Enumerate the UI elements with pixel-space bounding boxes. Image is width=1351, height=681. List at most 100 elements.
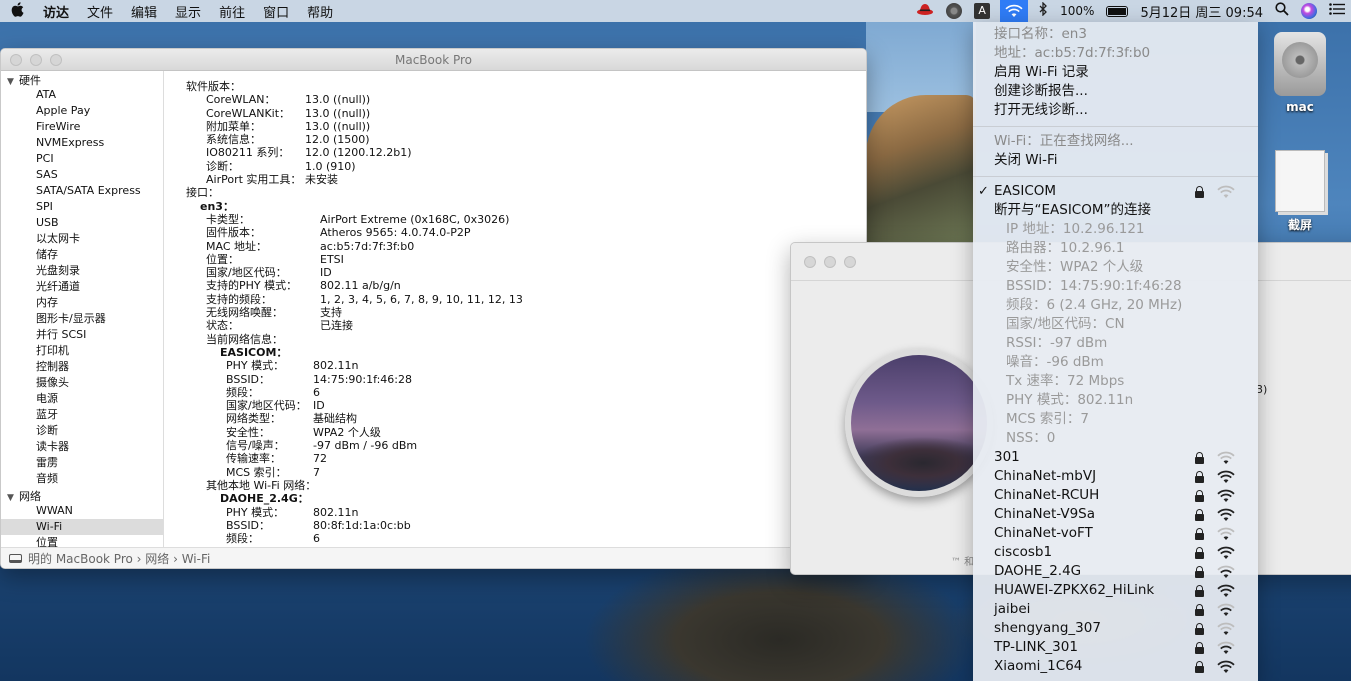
disclosure-triangle-icon[interactable]: ▼	[7, 493, 19, 503]
sidebar-item[interactable]: SATA/SATA Express	[1, 183, 163, 199]
red-hat-icon[interactable]	[916, 2, 934, 20]
wifi-network-item[interactable]: jaibei	[994, 600, 1246, 619]
info-key: PHY 模式：	[226, 505, 285, 519]
sidebar-item[interactable]: WWAN	[1, 503, 163, 519]
menu-file[interactable]: 文件	[78, 2, 122, 21]
sidebar-item[interactable]: 光盘刻录	[1, 263, 163, 279]
menu-window[interactable]: 窗口	[254, 2, 298, 21]
sidebar-item[interactable]: 内存	[1, 295, 163, 311]
spotlight-search-icon[interactable]	[1275, 2, 1289, 20]
minimize-button[interactable]	[824, 255, 836, 268]
menu-go[interactable]: 前往	[210, 2, 254, 21]
info-row: 国家/地区代码： ID	[186, 266, 866, 279]
sidebar-item[interactable]: 摄像头	[1, 375, 163, 391]
zoom-button[interactable]	[844, 255, 856, 268]
sidebar-item[interactable]: FireWire	[1, 119, 163, 135]
desktop-icon-screenshot[interactable]: 截屏	[1260, 150, 1340, 233]
info-value: 支持	[320, 306, 342, 320]
sidebar-item[interactable]: 音频	[1, 471, 163, 487]
open-wireless-diagnostics-item[interactable]: 打开无线诊断...	[994, 101, 1246, 120]
wifi-signal-icon	[1217, 603, 1235, 617]
sidebar-item[interactable]: 光纤通道	[1, 279, 163, 295]
wifi-network-item[interactable]: Xiaomi_1C64	[994, 657, 1246, 676]
wifi-network-item[interactable]: 301	[994, 448, 1246, 467]
window-titlebar[interactable]: MacBook Pro	[1, 49, 866, 71]
siri-icon[interactable]	[1301, 3, 1317, 19]
sidebar-item[interactable]: 雷雳	[1, 455, 163, 471]
input-method-icon[interactable]: A	[974, 3, 991, 19]
wifi-signal-icon	[1217, 185, 1235, 199]
network-name: ChinaNet-mbVJ	[994, 468, 1097, 484]
sidebar-group[interactable]: ▼ 硬件	[1, 71, 163, 87]
wifi-network-item[interactable]: DAOHE_2.4G	[994, 562, 1246, 581]
info-row: EASICOM：	[186, 346, 866, 359]
info-value: Atheros 9565: 4.0.74.0-P2P	[320, 226, 471, 240]
sidebar-item[interactable]: 以太网卡	[1, 231, 163, 247]
wifi-network-item[interactable]: ChinaNet-V9Sa	[994, 505, 1246, 524]
sidebar-item[interactable]: USB	[1, 215, 163, 231]
sidebar-item[interactable]: Apple Pay	[1, 103, 163, 119]
wifi-network-item[interactable]: HUAWEI-ZPKX62_HiLink	[994, 581, 1246, 600]
sidebar-item[interactable]: Wi-Fi	[1, 519, 163, 535]
sidebar-item[interactable]: 并行 SCSI	[1, 327, 163, 343]
sidebar-item[interactable]: SAS	[1, 167, 163, 183]
network-detail: MCS 索引：7	[1006, 411, 1090, 427]
info-row: 频段： 6	[186, 532, 866, 545]
create-diagnostics-report-item[interactable]: 创建诊断报告...	[994, 82, 1246, 101]
current-network-item[interactable]: ✓ EASICOM	[978, 182, 1246, 201]
battery-icon[interactable]	[1106, 5, 1129, 17]
disk-utility-icon[interactable]	[946, 3, 963, 19]
network-name: ChinaNet-RCUH	[994, 487, 1100, 503]
sidebar-item[interactable]: 读卡器	[1, 439, 163, 455]
wifi-network-item[interactable]: ChinaNet-RCUH	[994, 486, 1246, 505]
close-button[interactable]	[804, 255, 816, 268]
info-row: MCS 索引： 7	[186, 466, 866, 479]
wifi-network-item[interactable]: TP-LINK_301	[994, 638, 1246, 657]
sidebar-group[interactable]: ▼ 网络	[1, 487, 163, 503]
info-row: 支持的频段： 1, 2, 3, 4, 5, 6, 7, 8, 9, 10, 11…	[186, 293, 866, 306]
sidebar-item[interactable]: SPI	[1, 199, 163, 215]
separator	[973, 126, 1258, 127]
apple-menu-icon[interactable]	[0, 1, 34, 21]
wifi-network-item[interactable]: ChinaNet-mbVJ	[994, 467, 1246, 486]
menu-help[interactable]: 帮助	[298, 2, 342, 21]
menu-finder[interactable]: 访达	[34, 2, 78, 21]
info-key: DAOHE_2.4G：	[220, 492, 309, 506]
lock-icon	[1195, 547, 1204, 559]
sidebar-item[interactable]: 诊断	[1, 423, 163, 439]
info-key: 国家/地区代码：	[206, 266, 287, 280]
info-value: 7	[313, 465, 320, 479]
desktop-icon-label: 截屏	[1287, 218, 1312, 232]
wifi-network-item[interactable]: shengyang_307	[994, 619, 1246, 638]
info-value: 12.0 (1200.12.2b1)	[305, 146, 412, 160]
desktop-icon-mac[interactable]: mac	[1260, 32, 1340, 114]
notification-center-icon[interactable]	[1329, 3, 1345, 19]
turn-wifi-off-item[interactable]: 关闭 Wi-Fi	[994, 151, 1246, 170]
clock[interactable]: 5月12日 周三 09:54	[1140, 2, 1263, 21]
info-value: 80:8f:1d:1a:0c:bb	[313, 518, 411, 532]
sidebar-item[interactable]: 图形卡/显示器	[1, 311, 163, 327]
sidebar-item[interactable]: 电源	[1, 391, 163, 407]
menu-view[interactable]: 显示	[166, 2, 210, 21]
macos-catalina-icon	[845, 349, 993, 497]
disclosure-triangle-icon[interactable]: ▼	[7, 77, 19, 87]
sidebar-item[interactable]: NVMExpress	[1, 135, 163, 151]
sidebar-item[interactable]: 蓝牙	[1, 407, 163, 423]
wifi-signal-icon	[1217, 470, 1235, 484]
info-key: 当前网络信息：	[206, 332, 283, 346]
sidebar-item[interactable]: 位置	[1, 535, 163, 547]
sidebar-item[interactable]: 控制器	[1, 359, 163, 375]
sidebar-item[interactable]: 打印机	[1, 343, 163, 359]
enable-wifi-logging-item[interactable]: 启用 Wi-Fi 记录	[994, 63, 1246, 82]
sidebar-item[interactable]: 储存	[1, 247, 163, 263]
menu-edit[interactable]: 编辑	[122, 2, 166, 21]
sidebar-item[interactable]: ATA	[1, 87, 163, 103]
checkmark-icon: ✓	[978, 184, 989, 199]
wifi-menu-icon[interactable]	[1000, 0, 1029, 22]
sidebar-item[interactable]: PCI	[1, 151, 163, 167]
wifi-network-item[interactable]: ChinaNet-voFT	[994, 524, 1246, 543]
path-text[interactable]: 明的 MacBook Pro › 网络 › Wi-Fi	[28, 550, 210, 567]
disconnect-item[interactable]: 断开与“EASICOM”的连接	[994, 201, 1246, 220]
bluetooth-icon[interactable]	[1038, 1, 1048, 20]
wifi-network-item[interactable]: ciscosb1	[994, 543, 1246, 562]
